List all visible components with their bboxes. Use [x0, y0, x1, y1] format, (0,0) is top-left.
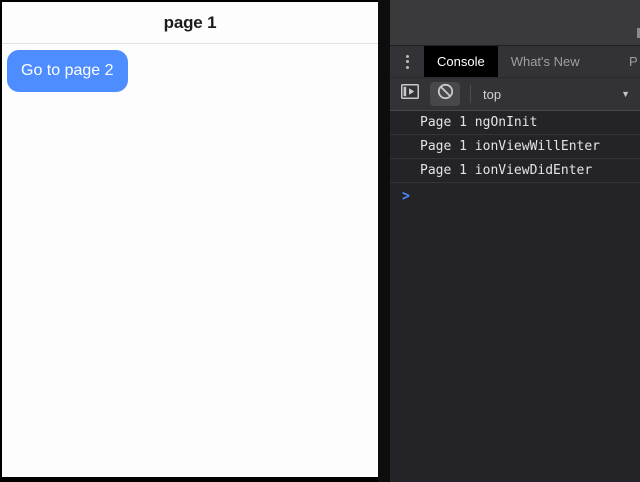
app-header: page 1 [2, 2, 378, 44]
screen: page 1 Go to page 2 Console What's New P [0, 0, 640, 482]
devtools-panel: Console What's New P [390, 0, 640, 482]
dropdown-arrow-icon[interactable]: ▼ [621, 89, 630, 99]
clear-console-button[interactable] [430, 82, 460, 106]
tab-console[interactable]: Console [424, 46, 498, 77]
clear-console-icon [437, 83, 454, 105]
go-to-page-2-button[interactable]: Go to page 2 [7, 50, 128, 92]
show-console-sidebar-button[interactable] [397, 82, 423, 106]
console-messages-area[interactable]: Page 1 ngOnInit Page 1 ionViewWillEnter … [390, 111, 640, 209]
app-content: Go to page 2 [2, 44, 378, 98]
console-message: Page 1 ionViewWillEnter [390, 135, 640, 159]
window-edge-divider [378, 0, 390, 482]
console-prompt[interactable]: > [390, 183, 640, 209]
tab-whats-new[interactable]: What's New [498, 46, 593, 77]
console-message: Page 1 ionViewDidEnter [390, 159, 640, 183]
toolbar-separator [470, 85, 471, 103]
javascript-context-selector[interactable]: top [483, 87, 501, 102]
kebab-menu-icon[interactable] [390, 46, 424, 77]
console-message: Page 1 ngOnInit [390, 111, 640, 135]
devtools-tabbar: Console What's New P [390, 46, 640, 78]
console-sidebar-icon [401, 84, 419, 104]
devtools-top-area [390, 0, 640, 46]
page-title: page 1 [164, 13, 217, 33]
tab-clipped[interactable]: P [629, 46, 640, 77]
prompt-chevron-icon: > [402, 187, 410, 204]
console-toolbar: top ▼ [390, 78, 640, 111]
app-panel: page 1 Go to page 2 [0, 0, 378, 477]
